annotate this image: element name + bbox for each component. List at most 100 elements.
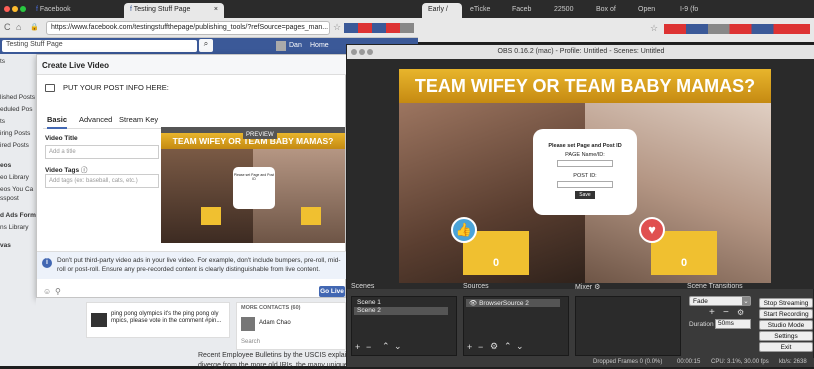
sidebar-item[interactable]: ired Posts (0, 142, 29, 149)
tab-testing-stuff-page[interactable]: f Testing Stuff Page × (124, 3, 224, 18)
mixer-label: Mixer ⚙ (575, 283, 600, 291)
tab-22500[interactable]: 22500 (548, 3, 588, 18)
tab-facebook[interactable]: f Facebook (30, 3, 122, 18)
extension-icons[interactable] (344, 23, 414, 33)
bookmark-star-icon[interactable]: ☆ (333, 22, 341, 33)
sidebar-item[interactable]: iring Posts (0, 130, 30, 137)
remove-transition-icon[interactable]: − (723, 307, 729, 318)
remove-source-icon[interactable]: − (478, 342, 483, 352)
move-up-icon[interactable]: ⌃ (382, 341, 390, 352)
gear-icon[interactable]: ⚙ (490, 341, 498, 352)
mixer-panel (575, 296, 681, 356)
zoom-window-dot[interactable] (367, 49, 373, 55)
reload-icon[interactable]: C (4, 22, 11, 32)
second-browser-toolbar: ☆ (418, 18, 814, 42)
profile-link[interactable]: Dan (289, 42, 302, 49)
duration-input[interactable]: 50ms (715, 319, 751, 329)
add-scene-icon[interactable]: + (355, 342, 360, 352)
info-icon: i (42, 258, 52, 268)
minimize-window-dot[interactable] (12, 6, 18, 12)
sidebar-heading: d Ads Form (0, 212, 36, 219)
post-thumbnail (91, 313, 107, 327)
sidebar-item[interactable]: eos You Ca (0, 186, 33, 193)
close-window-dot[interactable] (4, 6, 10, 12)
go-live-button[interactable]: Go Live (319, 286, 345, 297)
video-tags-label-text: Video Tags (45, 167, 80, 174)
minimize-window-dot[interactable] (359, 49, 365, 55)
add-source-icon[interactable]: + (467, 342, 472, 352)
eye-visibility-icon[interactable]: 👁 (469, 300, 479, 307)
feed-area: ping pong olympics it's the ping pong ol… (36, 298, 369, 369)
close-window-dot[interactable] (351, 49, 357, 55)
extension-icons[interactable] (664, 24, 810, 34)
emoji-icon[interactable]: ☺ (43, 287, 51, 296)
sidebar-item[interactable]: eduled Pos (0, 106, 33, 113)
search-icon[interactable]: ⌕ (199, 39, 213, 52)
form-title: Please set Page and Post ID (548, 143, 622, 149)
tab-early[interactable]: Early / (422, 3, 462, 18)
contact-name[interactable]: Adam Chao (259, 320, 291, 326)
remove-scene-icon[interactable]: − (366, 342, 371, 352)
mini-vote-right (301, 207, 321, 225)
bookmark-star-icon[interactable]: ☆ (650, 23, 658, 34)
move-down-icon[interactable]: ⌄ (394, 341, 402, 352)
home-icon[interactable]: ⌂ (16, 22, 21, 32)
close-tab-icon[interactable]: × (214, 6, 218, 13)
sidebar-item[interactable]: ns Library (0, 224, 29, 231)
zoom-window-dot[interactable] (20, 6, 26, 12)
home-link[interactable]: Home (310, 42, 329, 49)
tab-open[interactable]: Open (632, 3, 672, 18)
sidebar-item[interactable]: lished Posts (0, 94, 35, 101)
add-transition-icon[interactable]: + (709, 307, 715, 318)
source-label: BrowserSource 2 (479, 300, 529, 307)
save-button[interactable]: Save (575, 191, 595, 199)
location-pin-icon[interactable]: ⚲ (55, 287, 61, 296)
tab-label: Facebook (39, 6, 71, 13)
tab-eticket[interactable]: eTicke (464, 3, 504, 18)
exit-button[interactable]: Exit (759, 342, 813, 352)
obs-window: OBS 0.16.2 (mac) - Profile: Untitled - S… (346, 44, 814, 367)
studio-mode-button[interactable]: Studio Mode (759, 320, 813, 330)
avatar[interactable] (276, 41, 286, 51)
mixer-label-text: Mixer (575, 284, 593, 291)
sidebar-item[interactable]: ts (0, 58, 5, 65)
source-item[interactable]: 👁 BrowserSource 2 (466, 299, 560, 307)
contacts-search[interactable]: Search (241, 339, 260, 345)
sidebar-item[interactable]: ts (0, 118, 5, 125)
tab-i9[interactable]: I-9 (fo (674, 3, 718, 18)
move-up-icon[interactable]: ⌃ (504, 341, 512, 352)
page-id-input[interactable] (557, 160, 613, 167)
tab-box-of[interactable]: Box of (590, 3, 630, 18)
mini-id-form: Please set Page and Post ID (233, 167, 275, 209)
chevron-down-icon: ⌄ (742, 297, 750, 306)
settings-button[interactable]: Settings (759, 331, 813, 341)
move-down-icon[interactable]: ⌄ (516, 341, 524, 352)
sidebar-item[interactable]: eo Library (0, 174, 29, 181)
scene-item[interactable]: Scene 1 (354, 299, 448, 307)
notice-text: Don't put third-party video ads in your … (57, 257, 341, 273)
video-title-input[interactable]: Add a title (45, 145, 159, 159)
tab-advanced[interactable]: Advanced (79, 115, 112, 124)
scene-banner: TEAM WIFEY OR TEAM BABY MAMAS? (399, 69, 771, 103)
sidebar-item[interactable]: sspost (0, 195, 19, 202)
gear-icon[interactable]: ⚙ (737, 308, 744, 317)
scene-item-selected[interactable]: Scene 2 (354, 307, 448, 315)
stop-streaming-button[interactable]: Stop Streaming (759, 298, 813, 308)
post-text[interactable]: ping pong olympics it's the ping pong ol… (111, 311, 227, 325)
tab-label: Testing Stuff Page (133, 6, 191, 13)
tab-facebook[interactable]: Faceb (506, 3, 546, 18)
start-recording-button[interactable]: Start Recording (759, 309, 813, 319)
stream-time: 00:00:15 (677, 359, 701, 365)
tab-basic[interactable]: Basic (47, 115, 68, 129)
post-id-input[interactable] (557, 181, 613, 188)
cpu-fps: CPU: 3.1%, 30.00 fps (711, 359, 769, 365)
page-id-label: PAGE Name/ID: (565, 152, 605, 158)
video-tags-input[interactable]: Add tags (ex: baseball, cats, etc.) (45, 174, 159, 188)
gear-icon[interactable]: ⚙ (594, 284, 600, 291)
tab-stream-key[interactable]: Stream Key (119, 115, 158, 124)
facebook-search-input[interactable]: Testing Stuff Page (2, 40, 197, 52)
url-field[interactable]: https://www.facebook.com/testingstuffthe… (46, 21, 330, 35)
feed-post: ping pong olympics it's the ping pong ol… (86, 302, 230, 338)
info-icon[interactable]: ⓘ (81, 167, 88, 174)
transition-select[interactable]: Fade ⌄ (689, 296, 751, 306)
